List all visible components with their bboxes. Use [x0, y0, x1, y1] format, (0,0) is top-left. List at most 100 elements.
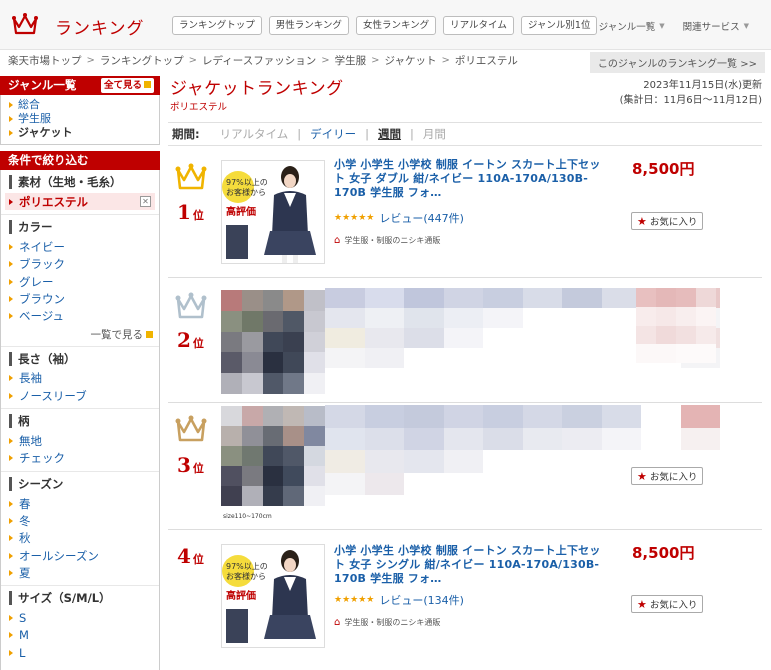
breadcrumb-item[interactable]: 楽天市場トップ	[8, 53, 82, 68]
genre-item-label: 総合	[18, 98, 40, 111]
shop-info: ⌂ 学生服・制服のニシキ通販	[334, 617, 440, 628]
filter-item-black[interactable]: ブラック	[9, 256, 159, 273]
period-realtime[interactable]: リアルタイム	[220, 126, 289, 142]
ranking-item-2: 2位	[168, 278, 762, 403]
filter-item-size-m[interactable]: M	[9, 627, 159, 644]
breadcrumb-item[interactable]: ジャケット	[385, 53, 437, 68]
filter-section-title: カラー	[9, 220, 159, 235]
filter-item-brown[interactable]: ブラウン	[9, 290, 159, 307]
aggregation-period: (集計日：11月6日〜11月12日)	[619, 95, 762, 106]
genre-list-dropdown[interactable]: ジャンル一覧 ▼	[599, 19, 665, 33]
rank-value: 1	[177, 200, 191, 224]
favorite-label: お気に入り	[649, 472, 698, 483]
filter-item-label: L	[19, 645, 26, 660]
breadcrumb-separator: >	[86, 55, 95, 66]
ranking-item-3: 3位 size110~170cm ★ お気に入り	[168, 403, 762, 530]
filter-item-label: 春	[19, 496, 31, 511]
genre-item-label: ジャケット	[18, 126, 73, 139]
breadcrumb-separator: >	[321, 55, 330, 66]
breadcrumb-separator: >	[371, 55, 380, 66]
triangle-bullet-icon	[9, 455, 13, 462]
page-subtitle: ポリエステル	[170, 102, 228, 113]
product-price: 8,500円	[632, 160, 695, 178]
filter-item-long-sleeve[interactable]: 長袖	[9, 370, 159, 387]
filter-panel-title: 条件で絞り込む	[8, 153, 89, 167]
period-daily[interactable]: デイリー	[310, 126, 356, 142]
divider: |	[297, 127, 302, 141]
filter-item-size-s[interactable]: S	[9, 609, 159, 626]
period-weekly[interactable]: 週間	[378, 126, 401, 142]
genre-item-all[interactable]: 総合	[9, 98, 159, 112]
product-title-link[interactable]: 小学 小学生 小学校 制服 イートン スカート上下セット 女子 シングル 紺/ネ…	[334, 544, 602, 586]
filter-item-beige[interactable]: ベージュ	[9, 307, 159, 324]
breadcrumb-item[interactable]: レディースファッション	[202, 53, 316, 68]
filter-item-check[interactable]: チェック	[9, 450, 159, 467]
genre-item-jacket[interactable]: ジャケット	[9, 126, 159, 140]
breadcrumb-separator: >	[188, 55, 197, 66]
filter-section-title: 柄	[9, 414, 159, 429]
favorite-label: お気に入り	[649, 600, 698, 611]
breadcrumb: 楽天市場トップ > ランキングトップ > レディースファッション > 学生服 > ジャケ…	[8, 53, 518, 68]
filter-item-all-season[interactable]: オールシーズン	[9, 547, 159, 564]
filter-item-spring[interactable]: 春	[9, 495, 159, 512]
filter-item-label: オールシーズン	[19, 548, 99, 563]
triangle-bullet-icon	[9, 313, 13, 320]
nav-men-ranking-button[interactable]: 男性ランキング	[268, 16, 349, 35]
review-count-link[interactable]: レビュー(134件)	[379, 592, 464, 608]
nav-realtime-button[interactable]: リアルタイム	[443, 16, 514, 35]
filter-section-season: シーズン 春 冬 秋 オールシーズン 夏	[1, 472, 159, 587]
filter-item-summer[interactable]: 夏	[9, 564, 159, 581]
crown-logo-icon[interactable]	[12, 11, 38, 37]
breadcrumb-item[interactable]: 学生服	[335, 53, 367, 68]
blurred-product-image[interactable]	[221, 406, 325, 506]
logo-text[interactable]: ランキング	[55, 14, 145, 39]
filter-item-gray[interactable]: グレー	[9, 273, 159, 290]
breadcrumb-item[interactable]: ランキングトップ	[100, 53, 184, 68]
add-favorite-button[interactable]: ★ お気に入り	[631, 595, 704, 613]
period-monthly[interactable]: 月間	[423, 126, 446, 142]
badge-text: 97%以上の	[226, 178, 268, 187]
filter-item-polyester-selected[interactable]: ポリエステル ✕	[5, 193, 155, 211]
nav-ranking-top-button[interactable]: ランキングトップ	[172, 16, 262, 35]
add-favorite-button[interactable]: ★ お気に入り	[631, 467, 704, 485]
remove-filter-icon[interactable]: ✕	[140, 196, 151, 207]
product-thumbnail[interactable]: 97%以上の お客様から 高評価	[221, 160, 325, 264]
rank-value: 3	[177, 453, 191, 477]
filter-item-plain[interactable]: 無地	[9, 432, 159, 449]
nav-buttons: ランキングトップ 男性ランキング 女性ランキング リアルタイム ジャンル別1位	[172, 16, 598, 35]
genre-ranking-list-link[interactable]: このジャンルのランキング一覧 >>	[589, 52, 765, 73]
star-rating-icon: ★★★★★	[334, 595, 375, 605]
filter-item-autumn[interactable]: 秋	[9, 530, 159, 547]
filter-item-size-l[interactable]: L	[9, 644, 159, 661]
blurred-product-image[interactable]	[221, 290, 325, 394]
divider: |	[365, 127, 370, 141]
product-title-link[interactable]: 小学 小学生 小学校 制服 イートン スカート上下セット 女子 ダブル 紺/ネイ…	[334, 158, 602, 200]
shop-name-link[interactable]: 学生服・制服のニシキ通販	[344, 617, 440, 628]
nav-genre-first-button[interactable]: ジャンル別1位	[520, 16, 598, 35]
related-services-dropdown[interactable]: 関連サービス ▼	[683, 19, 749, 33]
filter-item-sleeveless[interactable]: ノースリーブ	[9, 387, 159, 404]
rank-number: 1位	[177, 200, 204, 224]
add-favorite-button[interactable]: ★ お気に入り	[631, 212, 704, 230]
arrow-square-icon	[144, 81, 151, 88]
genre-item-uniform[interactable]: 学生服	[9, 112, 159, 126]
shop-home-icon: ⌂	[334, 235, 341, 246]
filter-panel: 素材（生地・毛糸） ポリエステル ✕ カラー ネイビー ブラック グレー ブラウン…	[0, 170, 160, 670]
page-title: ジャケットランキング	[170, 79, 344, 99]
color-more-link[interactable]: 一覧で見る	[9, 327, 159, 342]
triangle-bullet-icon	[9, 375, 13, 382]
triangle-bullet-icon	[9, 116, 13, 122]
shop-name-link[interactable]: 学生服・制服のニシキ通販	[344, 235, 440, 246]
review-count-link[interactable]: レビュー(447件)	[379, 210, 464, 226]
breadcrumb-item[interactable]: ポリエステル	[455, 53, 518, 68]
genre-item-label: 学生服	[18, 112, 51, 125]
nav-women-ranking-button[interactable]: 女性ランキング	[355, 16, 437, 35]
filter-item-navy[interactable]: ネイビー	[9, 238, 159, 255]
see-all-button[interactable]: 全て見る	[100, 78, 154, 93]
product-thumbnail[interactable]: 97%以上の お客様から 高評価	[221, 544, 325, 648]
genre-panel-title: ジャンル一覧	[8, 78, 77, 92]
triangle-bullet-icon	[9, 392, 13, 399]
top-links: ジャンル一覧 ▼ 関連サービス ▼	[599, 19, 749, 33]
filter-item-winter[interactable]: 冬	[9, 512, 159, 529]
rating: ★★★★★ レビュー(134件)	[334, 592, 464, 608]
